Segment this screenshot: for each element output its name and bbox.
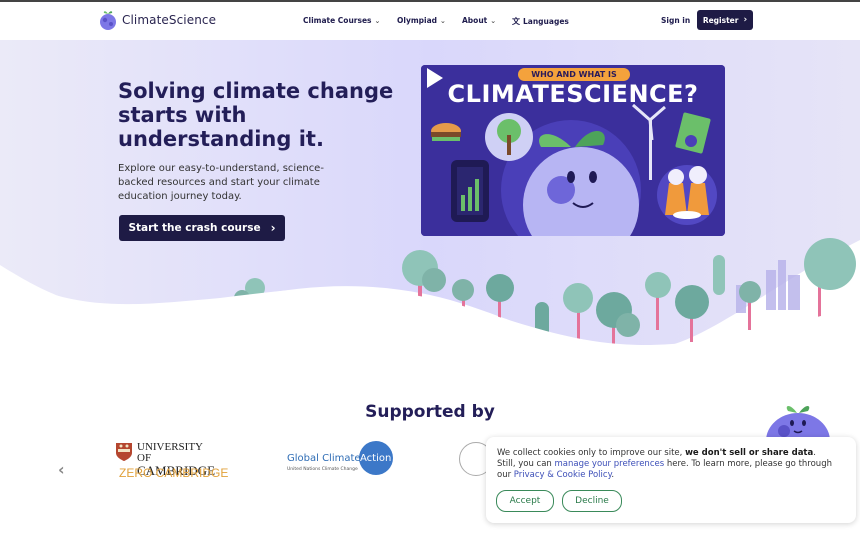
gca-action: Action bbox=[360, 453, 392, 464]
register-button[interactable]: Register › bbox=[697, 10, 753, 30]
hero-subtitle: Explore our easy-to-understand, science-… bbox=[118, 163, 324, 202]
intro-video-player[interactable]: WHO AND WHAT IS CLIMATESCIENCE? bbox=[421, 65, 725, 236]
nav-climate-courses[interactable]: Climate Courses ⌄ bbox=[303, 16, 380, 25]
cookie-message: We collect cookies only to improve our s… bbox=[497, 448, 837, 481]
gca-subtext: United Nations Climate Change bbox=[287, 467, 358, 472]
accept-cookies-button[interactable]: Accept bbox=[496, 490, 554, 512]
privacy-policy-link[interactable]: Privacy & Cookie Policy bbox=[514, 470, 612, 480]
gca-text: Global Climate bbox=[287, 453, 361, 464]
nav-label: Languages bbox=[523, 17, 569, 26]
cookie-text-part: We collect cookies only to improve our s… bbox=[497, 448, 686, 458]
translate-icon: 文 bbox=[512, 17, 520, 26]
cookie-text-part: . bbox=[611, 470, 615, 480]
tree bbox=[713, 255, 725, 295]
accept-label: Accept bbox=[509, 496, 541, 506]
start-crash-course-button[interactable]: Start the crash course › bbox=[119, 215, 285, 241]
chevron-down-icon: ⌄ bbox=[440, 16, 446, 25]
chevron-right-icon: › bbox=[743, 15, 748, 25]
register-label: Register bbox=[702, 15, 739, 25]
nav-label: Olympiad bbox=[397, 16, 438, 25]
globe-mascot-icon bbox=[100, 11, 116, 30]
nav-about[interactable]: About ⌄ bbox=[462, 16, 496, 25]
nav-label: Climate Courses bbox=[303, 16, 372, 25]
decline-label: Decline bbox=[575, 496, 609, 506]
global-climate-action-logo: Global Climate Action United Nations Cli… bbox=[287, 441, 393, 477]
chevron-down-icon: ⌄ bbox=[374, 16, 381, 25]
hero-title: Solving climate change starts with under… bbox=[118, 79, 394, 151]
cambridge-line-1: UNIVERSITY OF bbox=[137, 441, 203, 464]
top-navbar: ClimateScience Climate Courses ⌄ Olympia… bbox=[0, 2, 860, 41]
brand-logo-link[interactable]: ClimateScience bbox=[98, 9, 216, 31]
chevron-down-icon: ⌄ bbox=[490, 16, 497, 25]
cta-label: Start the crash course bbox=[128, 222, 261, 234]
chevron-right-icon: › bbox=[270, 221, 276, 235]
supported-by-heading: Supported by bbox=[365, 402, 495, 422]
zero-cambridge-wordmark: ZERO CAMBRIDGE bbox=[119, 466, 229, 480]
nav-olympiad[interactable]: Olympiad ⌄ bbox=[397, 16, 446, 25]
sign-in-label: Sign in bbox=[661, 16, 691, 25]
nav-languages[interactable]: 文 Languages bbox=[512, 16, 569, 27]
decline-cookies-button[interactable]: Decline bbox=[562, 490, 622, 512]
chevron-left-icon[interactable]: ‹ bbox=[58, 460, 65, 479]
cookie-consent-banner: We collect cookies only to improve our s… bbox=[486, 437, 856, 523]
cambridge-shield-icon bbox=[116, 443, 132, 461]
video-title: CLIMATESCIENCE? bbox=[447, 80, 699, 108]
nav-label: About bbox=[462, 16, 488, 25]
play-icon[interactable] bbox=[421, 65, 447, 91]
cookie-text-bold: we don't sell or share data bbox=[685, 448, 814, 458]
manage-preferences-link[interactable]: manage your preferences bbox=[555, 459, 665, 469]
sign-in-link[interactable]: Sign in bbox=[661, 16, 690, 25]
brand-name: ClimateScience bbox=[122, 13, 217, 27]
